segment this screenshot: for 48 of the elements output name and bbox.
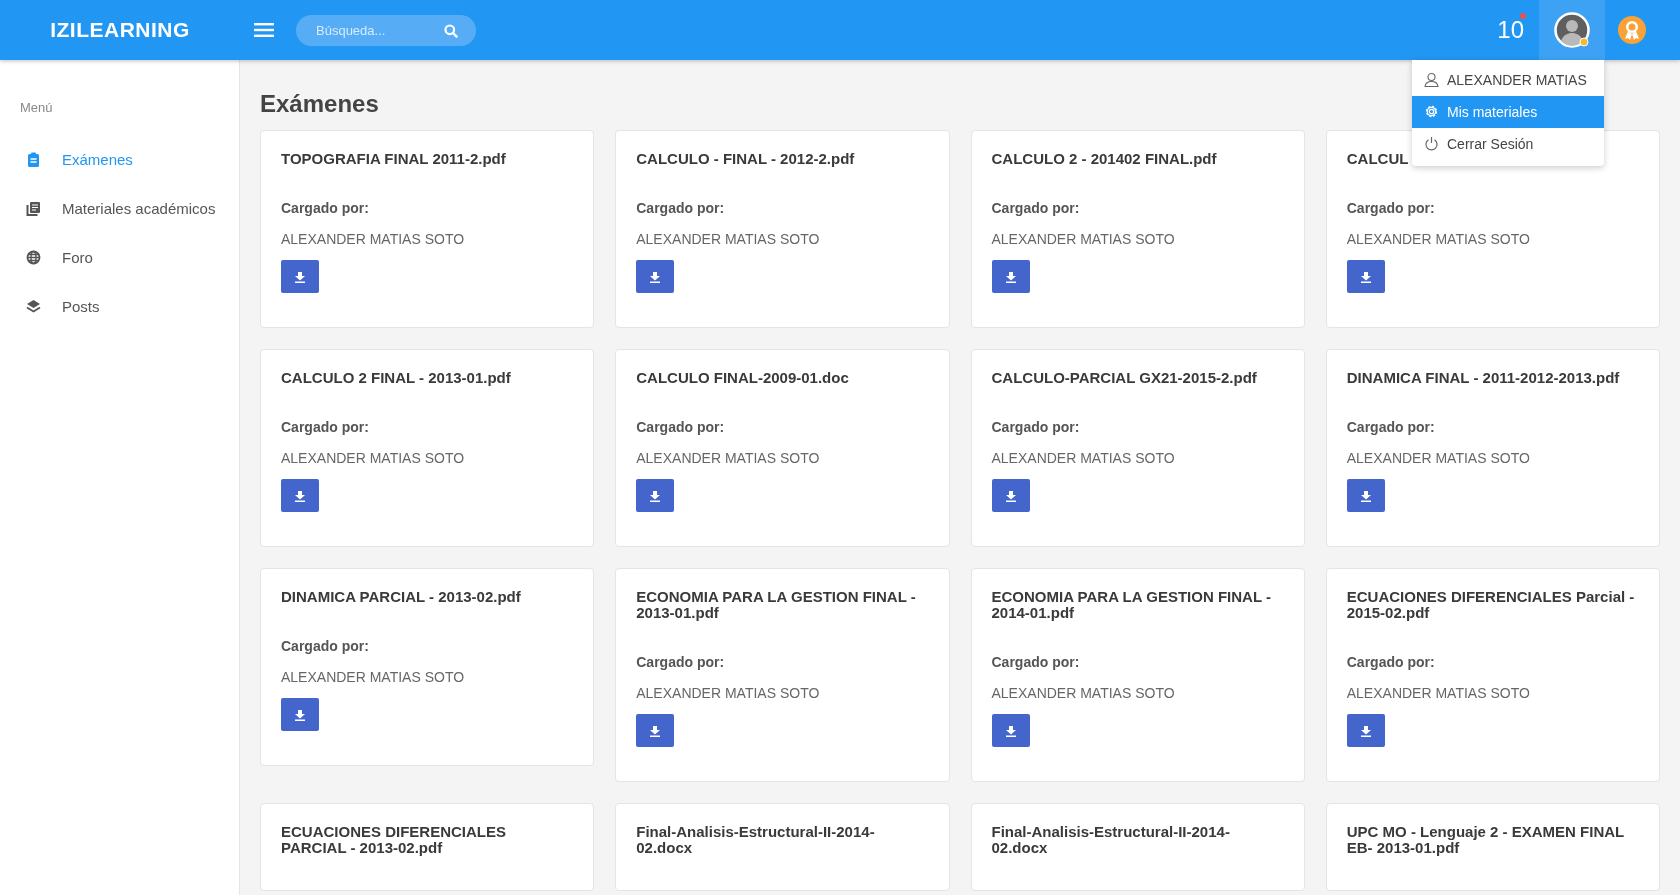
file-title: DINAMICA FINAL - 2011-2012-2013.pdf [1346,370,1620,386]
file-title: CALCULO-PARCIAL GX21-2015-2.pdf [991,370,1257,386]
page-title: Exámenes [260,90,379,118]
search-field[interactable]: Búsqueda... [296,14,476,46]
uploaded-by-label: Cargado por: [991,654,1081,670]
uploader-name: ALEXANDER MATIAS SOTO [1346,685,1531,701]
dropdown-item[interactable]: ALEXANDER MATIAS [1412,64,1604,96]
dropdown-item[interactable]: Cerrar Sesión [1412,128,1604,160]
uploaded-by-label: Cargado por: [1346,654,1436,670]
uploader-name: ALEXANDER MATIAS SOTO [991,450,1176,466]
uploader-name: ALEXANDER MATIAS SOTO [636,450,821,466]
sidebar-item[interactable]: Posts [0,282,239,331]
uploader-name: ALEXANDER MATIAS SOTO [636,685,821,701]
uploader-name: ALEXANDER MATIAS SOTO [281,231,466,247]
file-title: ECONOMIA PARA LA GESTION FINAL - 2014-01.pdf [991,589,1272,621]
file-title: DINAMICA PARCIAL - 2013-02.pdf [281,589,521,605]
sidebar-item[interactable]: Foro [0,233,239,282]
uploaded-by-label: Cargado por: [1346,200,1436,216]
file-title: ECUACIONES DIFERENCIALES PARCIAL - 2013-02.pdf [281,824,508,856]
uploaded-by-label: Cargado por: [281,638,370,654]
sidebar-item[interactable]: Materiales académicos [0,184,239,233]
uploader-name: ALEXANDER MATIAS SOTO [281,669,466,685]
uploaded-by-label: Cargado por: [281,419,370,435]
uploader-name: ALEXANDER MATIAS SOTO [991,231,1176,247]
uploader-name: ALEXANDER MATIAS SOTO [991,685,1176,701]
file-title: UPC MO - Lenguaje 2 - EXAMEN FINAL EB- 2013-01.pdf [1346,824,1625,856]
uploader-name: ALEXANDER MATIAS SOTO [281,450,466,466]
file-title: CALCULO - FINAL - 2012-2.pdf [636,151,855,167]
uploaded-by-label: Cargado por: [1346,419,1436,435]
uploaded-by-label: Cargado por: [991,200,1081,216]
file-title: ECONOMIA PARA LA GESTION FINAL - 2013-01.pdf [636,589,917,621]
uploaded-by-label: Cargado por: [991,419,1081,435]
file-title: CALCULO 2 FINAL - 2013-01.pdf [281,370,511,386]
file-title: CALCULO FINAL-2009-01.doc [636,370,849,386]
uploaded-by-label: Cargado por: [636,419,726,435]
uploaded-by-label: Cargado por: [281,200,370,216]
menu-heading: Menú [20,100,54,115]
uploader-name: ALEXANDER MATIAS SOTO [1346,231,1531,247]
uploaded-by-label: Cargado por: [636,654,726,670]
uploader-name: ALEXANDER MATIAS SOTO [636,231,821,247]
file-title: ECUACIONES DIFERENCIALES Parcial - 2015-02.pdf [1346,589,1636,621]
file-title: Final-Analisis-Estructural-II-2014-02.docx [636,824,876,856]
file-title: CALCUL [1346,151,1409,167]
file-title: TOPOGRAFIA FINAL 2011-2.pdf [281,151,506,167]
file-title: Final-Analisis-Estructural-II-2014-02.docx [991,824,1231,856]
file-title: CALCULO 2 - 201402 FINAL.pdf [991,151,1217,167]
uploader-name: ALEXANDER MATIAS SOTO [1346,450,1531,466]
uploaded-by-label: Cargado por: [636,200,726,216]
